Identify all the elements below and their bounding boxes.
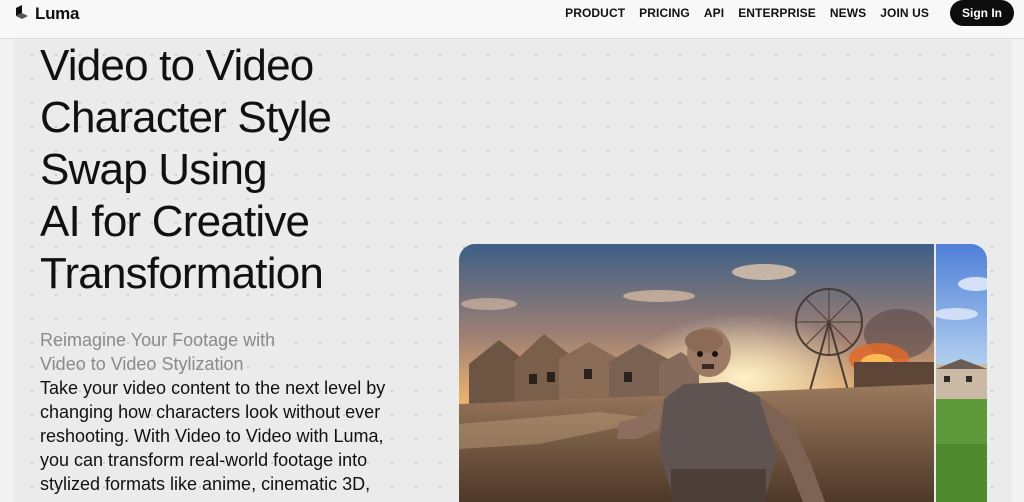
title-line: Swap Using: [40, 145, 268, 194]
sign-in-button[interactable]: Sign In: [950, 0, 1014, 26]
subtitle-line: Video to Video Stylization: [40, 354, 244, 374]
body-text: Take your video content to the next leve…: [40, 378, 386, 494]
title-line: Character Style: [40, 93, 332, 142]
top-navigation-bar: Luma PRODUCT PRICING API ENTERPRISE NEWS…: [0, 0, 1024, 39]
stylized-video-preview[interactable]: [459, 244, 934, 502]
nav-pricing[interactable]: PRICING: [639, 6, 690, 20]
title-line: Video to Video: [40, 41, 314, 90]
page-title: Video to Video Character Style Swap Usin…: [40, 40, 450, 300]
main-nav: PRODUCT PRICING API ENTERPRISE NEWS JOIN…: [565, 6, 929, 20]
subtitle-line: Reimagine Your Footage with: [40, 330, 276, 350]
title-line: AI for Creative: [40, 197, 310, 246]
original-video-preview[interactable]: [936, 244, 987, 502]
logo-text: Luma: [35, 4, 80, 23]
nav-api[interactable]: API: [704, 6, 724, 20]
subtitle: Reimagine Your Footage with Video to Vid…: [40, 328, 440, 376]
nav-product[interactable]: PRODUCT: [565, 6, 625, 20]
nav-join-us[interactable]: JOIN US: [880, 6, 929, 20]
luma-cube-icon: [15, 4, 29, 25]
nav-news[interactable]: NEWS: [830, 6, 866, 20]
nav-enterprise[interactable]: ENTERPRISE: [738, 6, 816, 20]
luma-logo[interactable]: Luma: [15, 4, 79, 24]
title-line: Transformation: [40, 249, 324, 298]
video-gallery[interactable]: [459, 244, 987, 502]
